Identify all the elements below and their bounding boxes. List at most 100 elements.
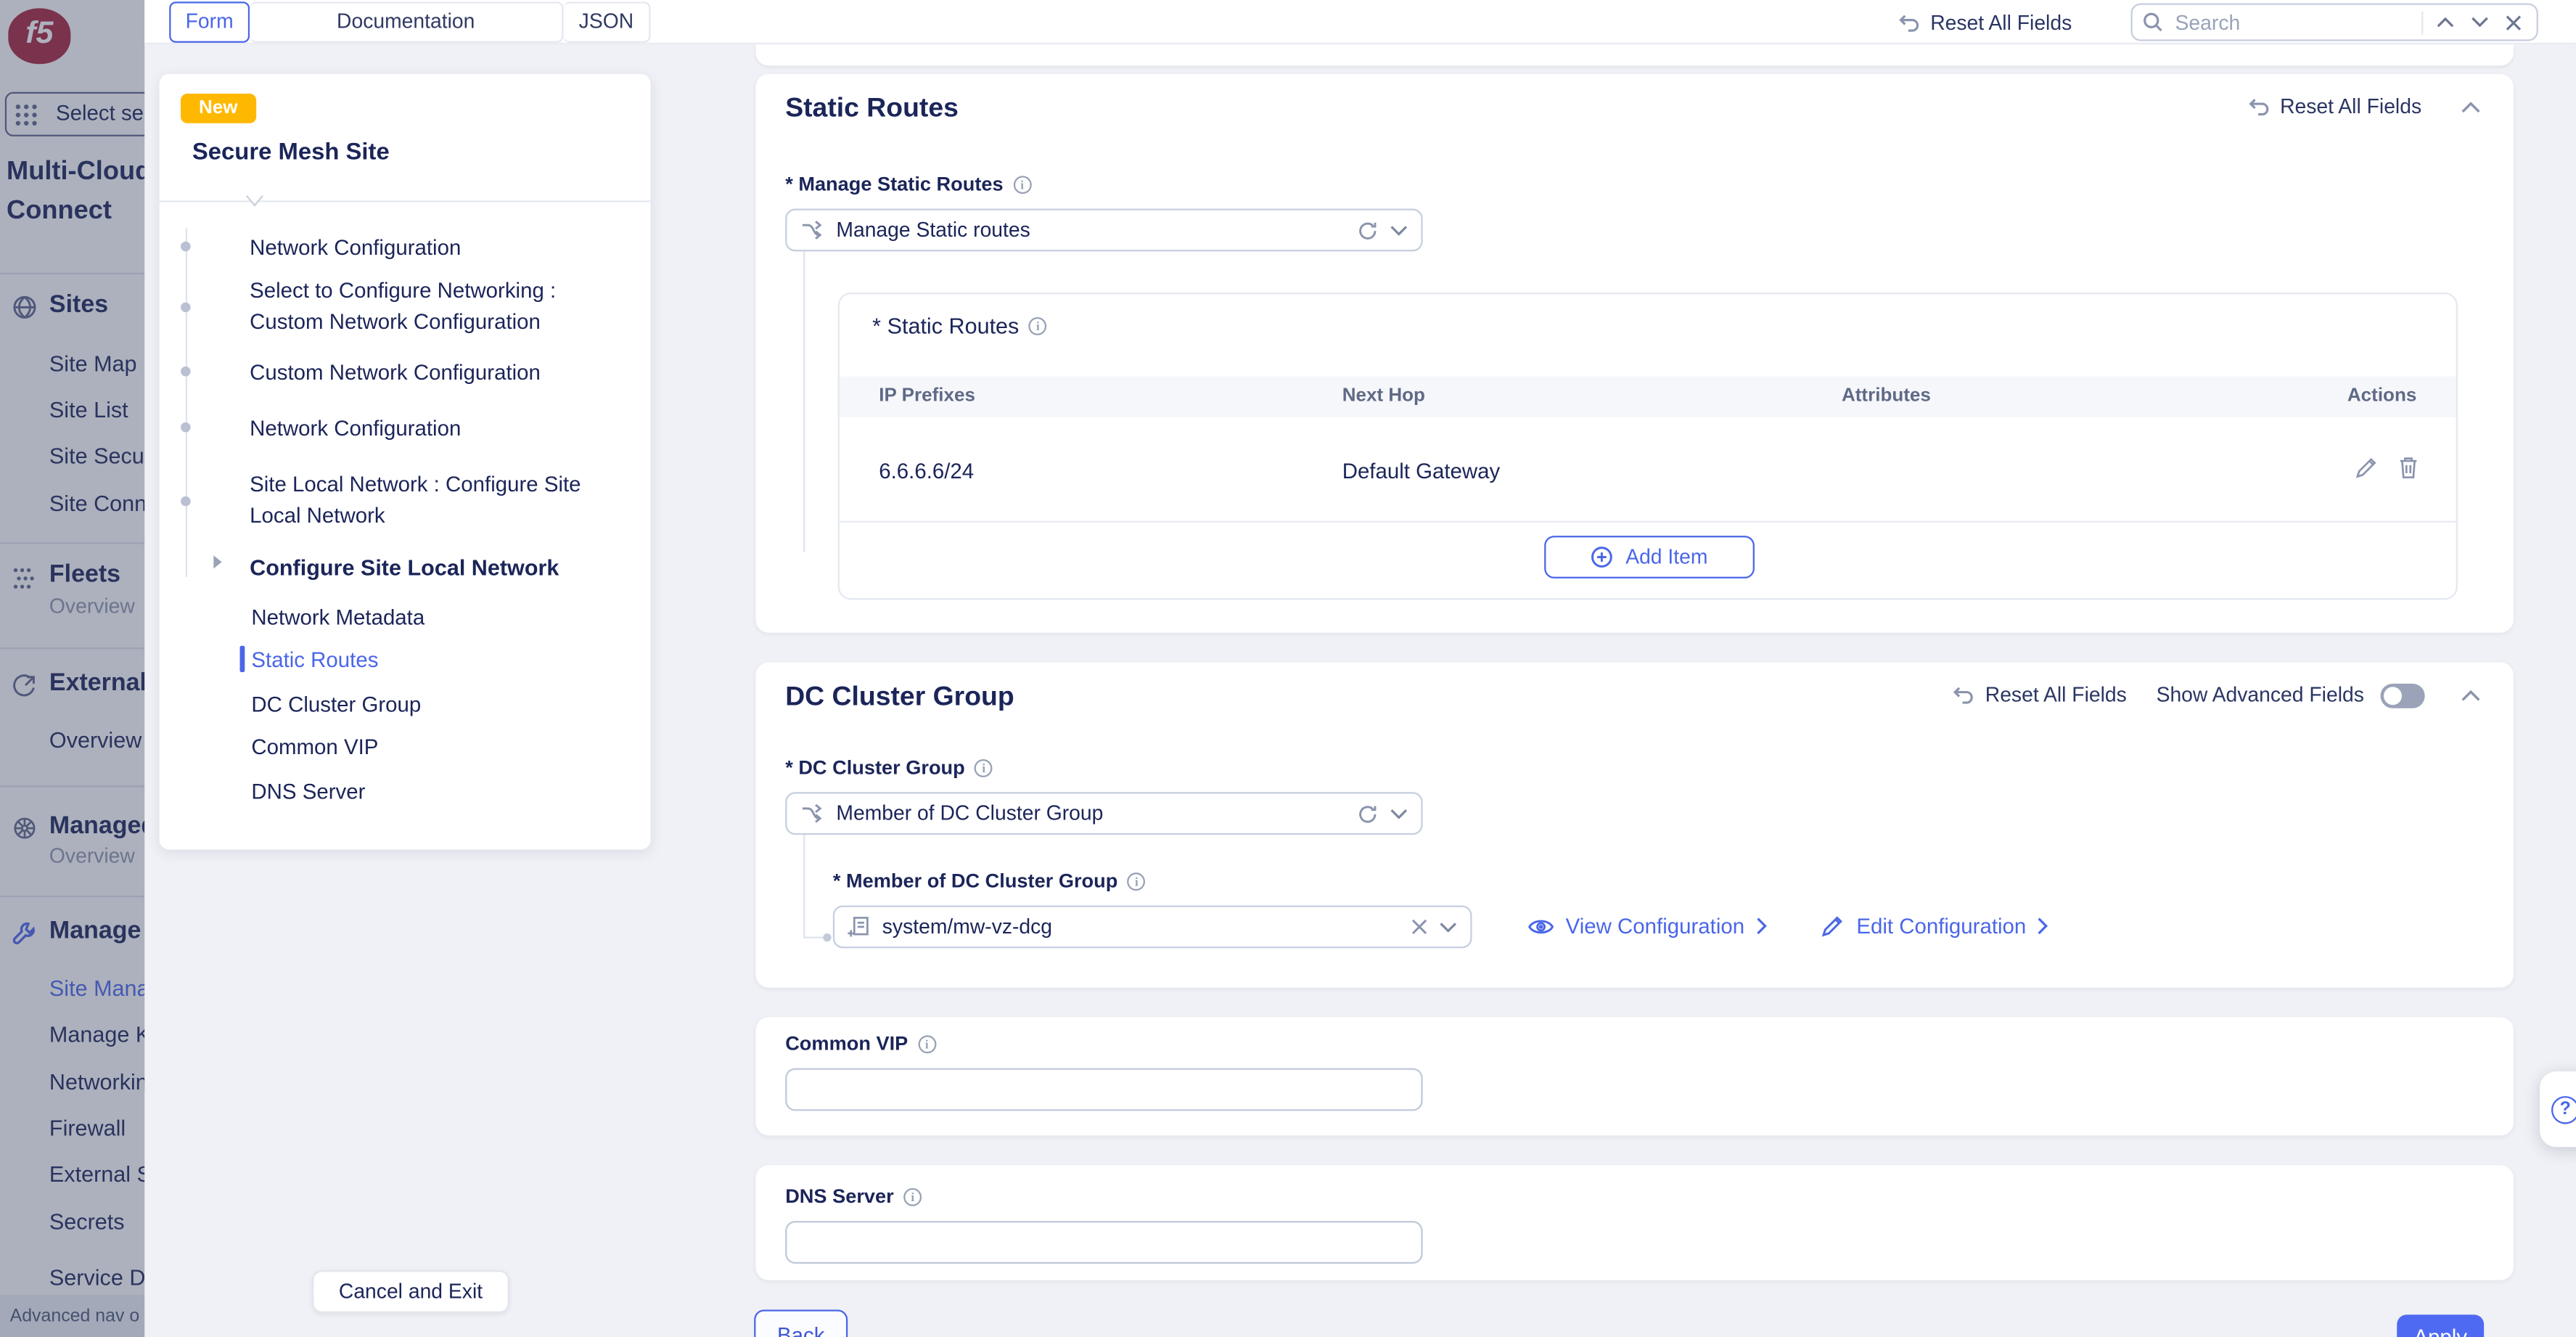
info-icon[interactable]: i (1128, 872, 1146, 890)
substep-static-routes[interactable]: Static Routes (251, 647, 378, 672)
chevron-down-icon[interactable] (1390, 224, 1408, 236)
question-mark-icon: ? (2551, 1095, 2576, 1123)
tab-form[interactable]: Form (169, 1, 250, 43)
search-box (2130, 4, 2538, 41)
wizard-step[interactable]: Select to Configure Networking : Custom … (250, 274, 631, 337)
search-next-icon[interactable] (2466, 9, 2492, 35)
reset-all-fields-top[interactable]: Reset All Fields (1898, 0, 2072, 44)
info-icon[interactable]: i (918, 1034, 936, 1052)
edit-configuration-label: Edit Configuration (1856, 914, 2026, 939)
wizard-step-active-group[interactable]: Configure Site Local Network (250, 552, 631, 584)
static-routes-title: Static Routes (785, 94, 959, 125)
dc-cluster-group-label: * DC Cluster Groupi (785, 756, 993, 779)
cell-next-hop: Default Gateway (1342, 459, 1501, 483)
step-dot (181, 303, 191, 313)
reset-all-fields-static-routes[interactable]: Reset All Fields (2247, 95, 2421, 118)
nested-connector (803, 835, 826, 939)
nested-connector (803, 251, 826, 552)
col-ip-prefixes: IP Prefixes (879, 386, 975, 406)
reset-label: Reset All Fields (2280, 95, 2421, 118)
edit-configuration-link[interactable]: Edit Configuration (1821, 914, 2049, 939)
tab-documentation[interactable]: Documentation (250, 1, 563, 43)
step-dot (181, 422, 191, 433)
cancel-and-exit-button[interactable]: Cancel and Exit (312, 1270, 509, 1313)
delete-row-icon[interactable] (2397, 455, 2420, 480)
divider (160, 200, 651, 202)
info-icon[interactable]: i (903, 1187, 922, 1206)
connector-dot (823, 933, 831, 941)
search-prev-icon[interactable] (2432, 9, 2458, 35)
step-connector-line (186, 229, 187, 577)
manage-static-routes-dropdown[interactable]: Manage Static routes (785, 209, 1422, 252)
view-configuration-link[interactable]: View Configuration (1528, 914, 1768, 939)
search-input[interactable] (2172, 9, 2413, 35)
collapse-section-icon[interactable] (2458, 94, 2484, 120)
reset-all-fields-label: Reset All Fields (1930, 11, 2072, 34)
chevron-right-icon (1756, 917, 1768, 935)
dropdown-value: Member of DC Cluster Group (836, 802, 1345, 825)
apply-button[interactable]: Apply (2397, 1314, 2484, 1337)
refresh-icon[interactable] (1357, 803, 1378, 824)
row-divider (840, 521, 2456, 523)
branch-icon (800, 218, 825, 242)
reset-all-fields-dc-cluster[interactable]: Reset All Fields (1952, 684, 2126, 707)
dc-cluster-group-dropdown[interactable]: Member of DC Cluster Group (785, 792, 1422, 835)
reset-icon (2247, 95, 2271, 118)
static-routes-inner-card: * Static Routesi IP Prefixes Next Hop At… (838, 293, 2458, 600)
form-topbar: Form Documentation JSON Reset All Fields (144, 0, 2576, 44)
search-close-icon[interactable] (2501, 9, 2527, 35)
step-dot (181, 496, 191, 507)
step-dot (181, 242, 191, 252)
collapse-section-icon[interactable] (2458, 682, 2484, 708)
common-vip-card: Common VIPi (755, 1017, 2513, 1135)
substep-dc-cluster-group[interactable]: DC Cluster Group (251, 692, 421, 716)
info-icon[interactable]: i (975, 759, 993, 777)
pencil-icon (1821, 914, 1845, 939)
dns-server-input[interactable] (785, 1221, 1422, 1264)
manage-static-routes-label: * Manage Static Routesi (785, 173, 1031, 196)
dns-server-card: DNS Serveri (755, 1165, 2513, 1280)
static-routes-card: Static Routes Reset All Fields * Manage … (755, 74, 2513, 633)
help-button[interactable]: ? (2540, 1071, 2576, 1147)
wizard-step[interactable]: Custom Network Configuration (250, 356, 631, 388)
wizard-step[interactable]: Network Configuration (250, 232, 631, 263)
show-advanced-fields-toggle[interactable] (2381, 683, 2425, 708)
member-of-dc-cluster-group-select[interactable]: system/mw-vz-dcg (833, 905, 1472, 948)
back-button[interactable]: Back (754, 1309, 848, 1337)
search-icon (2142, 12, 2163, 33)
branch-icon (800, 801, 825, 826)
table-header: IP Prefixes Next Hop Attributes Actions (840, 376, 2456, 417)
ref-object-icon (848, 915, 871, 939)
common-vip-input[interactable] (785, 1068, 1422, 1111)
step-dot (181, 367, 191, 377)
wizard-step[interactable]: Network Configuration (250, 412, 631, 443)
add-item-button[interactable]: Add Item (1544, 536, 1755, 578)
new-badge: New (181, 94, 255, 123)
cell-ip-prefix: 6.6.6.6/24 (879, 459, 974, 483)
reset-icon (1898, 11, 1921, 34)
clear-selection-icon[interactable] (1411, 919, 1428, 936)
form-content: New Secure Mesh Site Network Configurati… (144, 44, 2576, 1337)
chevron-notch-icon (245, 195, 264, 207)
refresh-icon[interactable] (1357, 219, 1378, 240)
chevron-down-icon[interactable] (1439, 921, 1457, 933)
view-configuration-label: View Configuration (1566, 914, 1745, 939)
info-icon[interactable]: i (1013, 175, 1031, 193)
active-step-arrow-icon (213, 555, 221, 568)
info-icon[interactable]: i (1029, 317, 1047, 335)
substep-dns-server[interactable]: DNS Server (251, 779, 365, 804)
dc-cluster-group-title: DC Cluster Group (785, 682, 1014, 714)
static-routes-inner-title: * Static Routesi (872, 314, 1047, 338)
substep-common-vip[interactable]: Common VIP (251, 735, 378, 759)
tab-json[interactable]: JSON (564, 1, 651, 43)
reset-label: Reset All Fields (1985, 684, 2127, 707)
edit-row-icon[interactable] (2354, 455, 2379, 480)
wizard-panel: New Secure Mesh Site Network Configurati… (160, 74, 651, 850)
member-of-dc-cluster-group-label: * Member of DC Cluster Groupi (833, 870, 1146, 893)
page: f5 Select se Multi-Cloud Connect Sites S… (0, 0, 2576, 1337)
scrolled-card-remnant (755, 44, 2513, 65)
wizard-step[interactable]: Site Local Network : Configure Site Loca… (250, 468, 631, 531)
substep-network-metadata[interactable]: Network Metadata (251, 605, 424, 629)
select-value: system/mw-vz-dcg (882, 915, 1400, 939)
chevron-down-icon[interactable] (1390, 808, 1408, 819)
